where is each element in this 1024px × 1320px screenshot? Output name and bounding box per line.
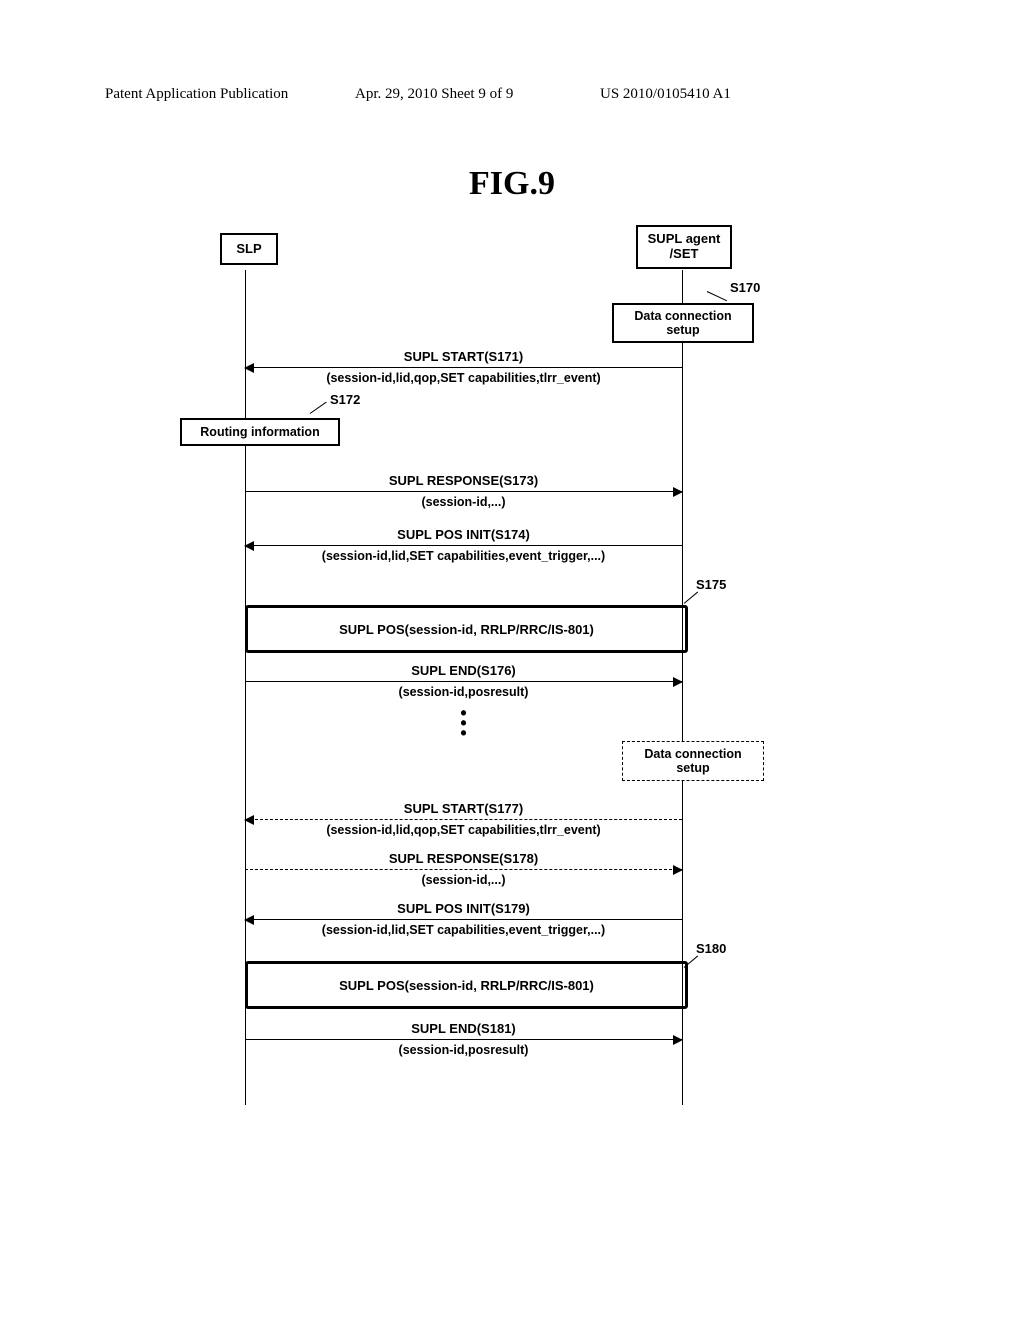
arrow-s181	[245, 1039, 682, 1040]
msg-s181-title: SUPL END(S181)	[245, 1021, 682, 1036]
block-supl-pos-2: SUPL POS(session-id, RRLP/RRC/IS-801)	[245, 961, 688, 1009]
arrow-s171	[245, 367, 682, 368]
actor-slp: SLP	[220, 233, 278, 265]
label-s175: S175	[696, 577, 726, 592]
block-supl-pos-1: SUPL POS(session-id, RRLP/RRC/IS-801)	[245, 605, 688, 653]
label-s170: S170	[730, 280, 760, 295]
arrow-s177	[245, 819, 682, 820]
sequence-diagram: SLP SUPL agent/SET S170 Data connections…	[180, 225, 760, 1105]
arrow-s178	[245, 869, 682, 870]
leader-s170	[707, 291, 727, 301]
msg-s179-sub: (session-id,lid,SET capabilities,event_t…	[245, 923, 682, 937]
header-center: Apr. 29, 2010 Sheet 9 of 9	[355, 86, 513, 103]
msg-s177-sub: (session-id,lid,qop,SET capabilities,tlr…	[245, 823, 682, 837]
msg-s177-title: SUPL START(S177)	[245, 801, 682, 816]
label-s180: S180	[696, 941, 726, 956]
header-right: US 2010/0105410 A1	[600, 86, 731, 103]
msg-s178-title: SUPL RESPONSE(S178)	[245, 851, 682, 866]
msg-s176-sub: (session-id,posresult)	[245, 685, 682, 699]
msg-s173-title: SUPL RESPONSE(S173)	[245, 473, 682, 488]
box-routing-info: Routing information	[180, 418, 340, 446]
msg-s178-sub: (session-id,...)	[245, 873, 682, 887]
continuation-dots: •••	[245, 709, 682, 739]
msg-s181-sub: (session-id,posresult)	[245, 1043, 682, 1057]
msg-s171-title: SUPL START(S171)	[245, 349, 682, 364]
arrow-s179	[245, 919, 682, 920]
arrow-s174	[245, 545, 682, 546]
figure-title: FIG.9	[0, 165, 1024, 203]
leader-s175	[684, 592, 698, 604]
msg-s176-title: SUPL END(S176)	[245, 663, 682, 678]
actor-set: SUPL agent/SET	[636, 225, 732, 269]
msg-s174-sub: (session-id,lid,SET capabilities,event_t…	[245, 549, 682, 563]
page: Patent Application Publication Apr. 29, …	[0, 0, 1024, 1320]
label-s172: S172	[330, 392, 360, 407]
msg-s173-sub: (session-id,...)	[245, 495, 682, 509]
msg-s171-sub: (session-id,lid,qop,SET capabilities,tlr…	[245, 371, 682, 385]
box-data-connection-2: Data connectionsetup	[622, 741, 764, 781]
arrow-s173	[245, 491, 682, 492]
msg-s174-title: SUPL POS INIT(S174)	[245, 527, 682, 542]
msg-s179-title: SUPL POS INIT(S179)	[245, 901, 682, 916]
leader-s172	[310, 402, 327, 414]
box-data-connection-1: Data connectionsetup	[612, 303, 754, 343]
arrow-s176	[245, 681, 682, 682]
header-left: Patent Application Publication	[105, 86, 288, 103]
